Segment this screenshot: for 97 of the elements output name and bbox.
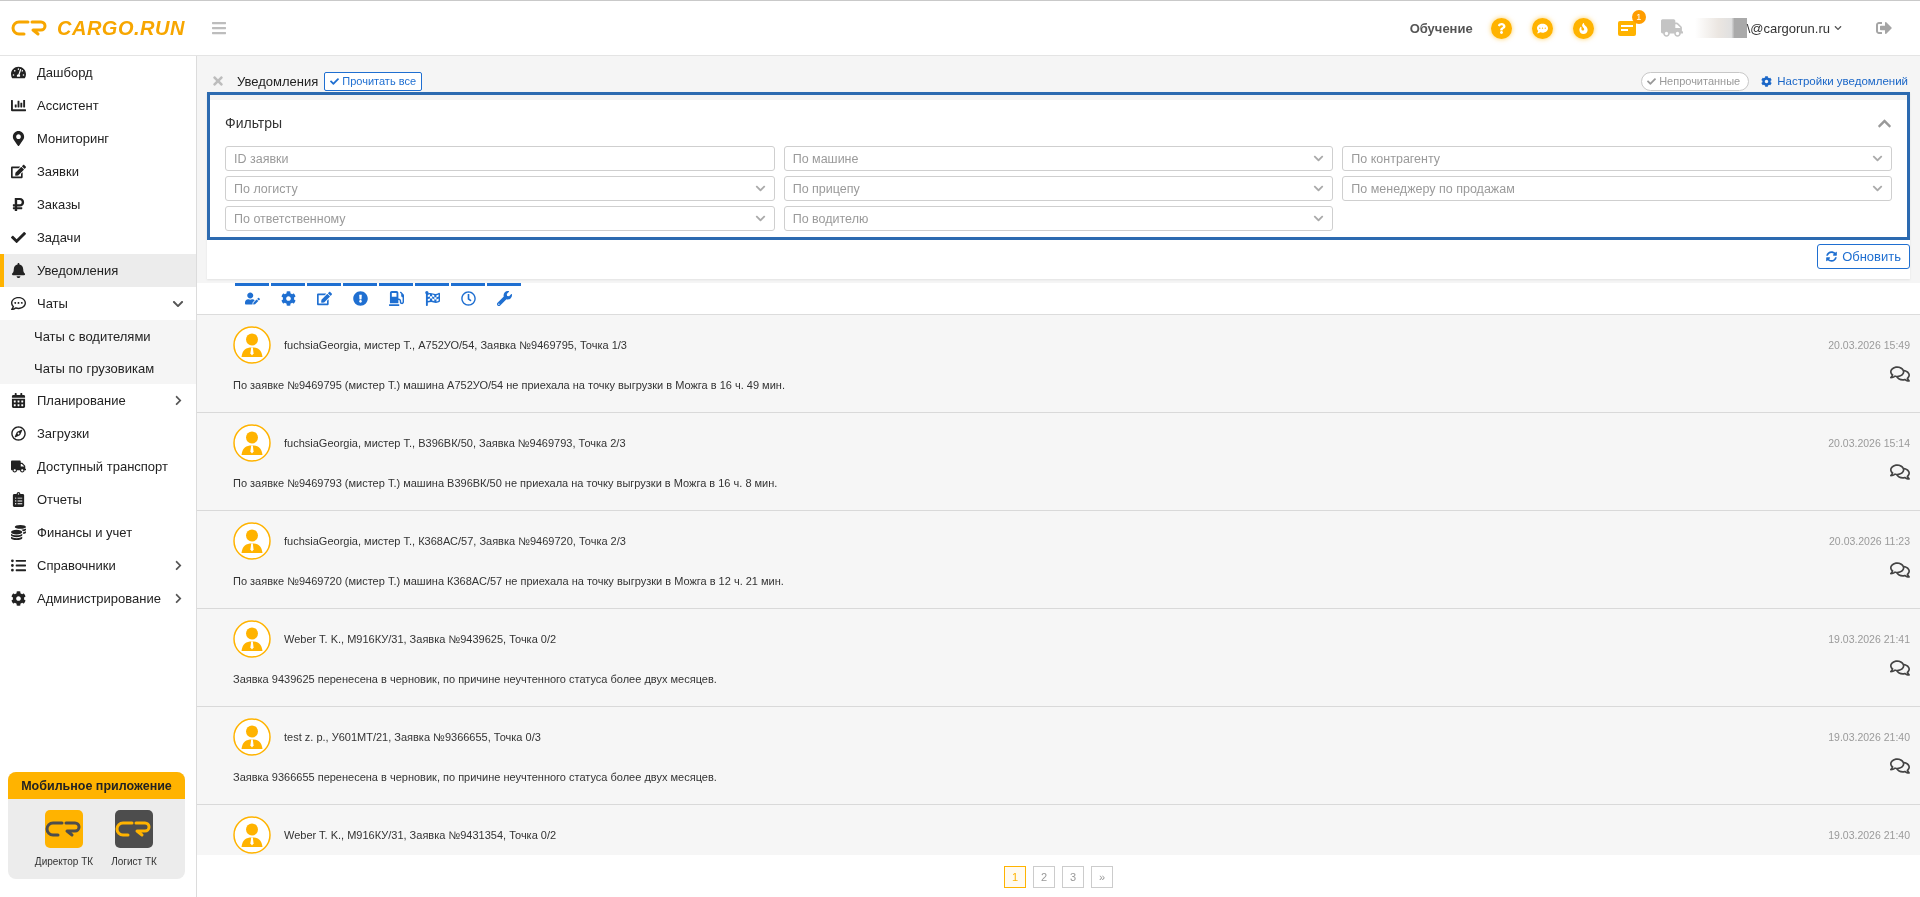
ruble-icon: [11, 197, 26, 212]
avatar-icon: [233, 326, 271, 364]
comments-icon[interactable]: [1890, 658, 1910, 678]
notification-title: Weber T. K., М916КУ/31, Заявка №9439625, Точка 0/2: [284, 633, 557, 646]
chevron-down-icon: [1872, 153, 1883, 164]
sidebar-item[interactable]: Дашборд: [0, 56, 196, 89]
compass-icon: [11, 426, 26, 441]
chevron-right-icon[interactable]: [173, 395, 184, 406]
chevron-down-icon: [1313, 213, 1325, 224]
chevron-down-icon[interactable]: [1834, 24, 1842, 32]
chevron-right-icon[interactable]: [173, 560, 184, 571]
gauge-icon: [11, 65, 26, 80]
sidebar-subitem[interactable]: Чаты с водителями: [0, 320, 196, 352]
notification-title: fuchsiaGeorgia, мистер Т., А752УО/54, Заявка №9469795, Точка 1/3: [284, 339, 627, 352]
chevron-down-icon: [754, 213, 766, 224]
app-label[interactable]: Логист ТК: [111, 856, 157, 867]
avatar-icon: [233, 718, 271, 756]
sidebar-item[interactable]: Планирование: [0, 384, 196, 417]
truck-icon: [11, 459, 26, 474]
comments-icon[interactable]: [1890, 560, 1910, 580]
check-icon: [330, 76, 340, 86]
sidebar-item[interactable]: Заказы: [0, 188, 196, 221]
input-field[interactable]: ID заявки: [225, 146, 775, 171]
sidebar-item[interactable]: Уведомления: [0, 254, 196, 287]
notification-message: Заявка 9439625 перенесена в черновик, по причине неучтенного статуса более двух месяцев.: [233, 673, 717, 686]
brand-name: CARGO.RUN: [57, 16, 185, 40]
notification-settings-link[interactable]: Настройки уведомлений: [1761, 75, 1908, 87]
chat-icon: [11, 296, 26, 311]
sidebar-item[interactable]: Доступный транспорт: [0, 450, 196, 483]
settings-icon: [1761, 75, 1773, 87]
notification-time: 20.03.2026 15:14: [1828, 437, 1910, 450]
avatar-icon: [233, 522, 271, 560]
notification-time: 19.03.2026 21:41: [1828, 633, 1910, 646]
sidebar-item[interactable]: Администрирование: [0, 582, 196, 615]
clipboard-icon: [11, 492, 26, 507]
notification-title: fuchsiaGeorgia, мистер Т., К368АС/57, Заявка №9469720, Точка 2/3: [284, 535, 626, 548]
notification-time: 19.03.2026 21:40: [1828, 731, 1910, 744]
comments-icon[interactable]: [1890, 462, 1910, 482]
sidebar-item[interactable]: Справочники: [0, 549, 196, 582]
sidebar-item[interactable]: Загрузки: [0, 417, 196, 450]
comments-icon[interactable]: [1890, 756, 1910, 776]
settings-icon: [11, 591, 26, 606]
chevron-down-icon: [1872, 183, 1883, 194]
user-edit-icon: [244, 291, 260, 306]
mobile-app-title: Мобильное приложение: [8, 772, 185, 799]
learning-link[interactable]: Обучение: [1409, 20, 1473, 36]
sidebar-item[interactable]: Чаты: [0, 287, 196, 320]
sidebar-item[interactable]: Отчеты: [0, 483, 196, 516]
edit-icon: [11, 164, 26, 179]
fuel-pump-icon: [388, 291, 404, 306]
bell-icon: [11, 263, 26, 278]
chevron-down-icon: [754, 183, 766, 194]
checkered-flag-icon: [424, 291, 440, 306]
notification-time: 20.03.2026 15:49: [1828, 339, 1910, 352]
notification-badge: 1: [1631, 10, 1646, 24]
chevron-down-icon: [1313, 183, 1325, 194]
page-title: Уведомления: [237, 73, 319, 89]
notification-title: Weber T. K., М916КУ/31, Заявка №9431354, Точка 0/2: [284, 829, 557, 842]
alert-icon: [352, 291, 368, 306]
avatar-icon: [233, 620, 271, 658]
check-icon: [11, 230, 26, 245]
check-icon: [1647, 76, 1657, 86]
sidebar-item[interactable]: Задачи: [0, 221, 196, 254]
refresh-button[interactable]: Обновить: [1817, 244, 1910, 269]
bar-chart-icon: [11, 98, 26, 113]
notification-title: fuchsiaGeorgia, мистер Т., В396ВК/50, Заявка №9469793, Точка 2/3: [284, 437, 626, 450]
edit-icon: [316, 291, 332, 306]
sidebar-item[interactable]: Мониторинг: [0, 122, 196, 155]
notification-time: 20.03.2026 11:23: [1829, 535, 1910, 548]
notification-message: По заявке №9469793 (мистер Т.) машина В396ВК/50 не приехала на точку выгрузки в Можга в 16 ч. 8 мин.: [233, 477, 778, 490]
user-email[interactable]: \@cargorun.ru: [1746, 20, 1830, 36]
chevron-right-icon[interactable]: [173, 593, 184, 604]
refresh-icon: [1826, 251, 1838, 262]
list-icon: [11, 558, 26, 573]
chevron-down-icon: [1313, 153, 1325, 164]
sidebar-item[interactable]: Заявки: [0, 155, 196, 188]
app-icon[interactable]: [45, 810, 83, 848]
app-label[interactable]: Директор ТК: [34, 856, 94, 867]
notification-time: 19.03.2026 21:40: [1828, 829, 1910, 842]
sidebar-subitem[interactable]: Чаты по грузовикам: [0, 352, 196, 384]
notification-message: По заявке №9469795 (мистер Т.) машина А752УО/54 не приехала на точку выгрузки в Можга в 16 ч. 49 мин.: [233, 379, 785, 392]
notification-message: По заявке №9469720 (мистер Т.) машина К368АС/57 не приехала на точку выгрузки в Можга в 12 ч. 21 мин.: [233, 575, 784, 588]
mark-all-read-button[interactable]: Прочитать все: [324, 71, 423, 91]
settings-icon: [280, 291, 296, 306]
sidebar-item[interactable]: Ассистент: [0, 89, 196, 122]
notification-title: test z. p., У601МТ/21, Заявка №9366655, Точка 0/3: [284, 731, 541, 744]
sidebar-item[interactable]: Финансы и учет: [0, 516, 196, 549]
map-pin-icon: [11, 131, 26, 146]
wrench-icon: [496, 291, 512, 306]
filter-title: Фильтры: [225, 115, 283, 131]
comments-icon[interactable]: [1890, 364, 1910, 384]
clock-icon: [460, 291, 476, 306]
notification-message: Заявка 9366655 перенесена в черновик, по причине неучтенного статуса более двух месяцев.: [233, 771, 717, 784]
coins-icon: [11, 525, 26, 540]
app-icon[interactable]: [115, 810, 153, 848]
calendar-icon: [11, 393, 26, 408]
avatar-icon: [233, 424, 271, 462]
